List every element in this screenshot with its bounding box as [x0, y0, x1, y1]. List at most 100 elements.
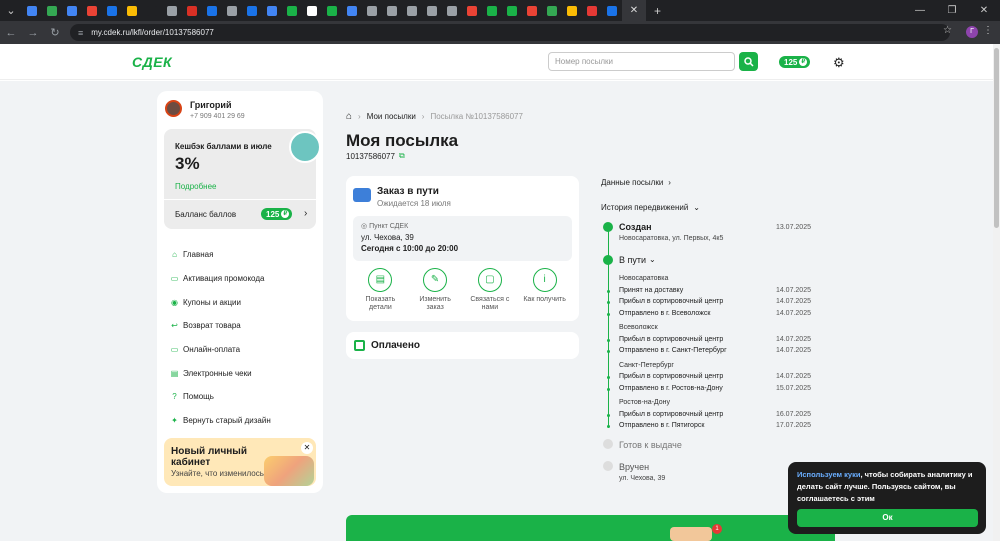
- home-icon[interactable]: ⌂: [346, 111, 352, 122]
- event-date: 14.07.2025: [775, 298, 811, 305]
- maximize-icon[interactable]: ❐: [936, 5, 968, 16]
- promo-icon: ▭: [170, 274, 179, 284]
- reload-icon[interactable]: ↻: [44, 26, 66, 39]
- action-button[interactable]: ▤ Показать детали: [355, 268, 405, 312]
- active-tab[interactable]: ✕: [622, 0, 646, 21]
- sidebar-item[interactable]: ✦ Вернуть старый дизайн: [170, 409, 271, 433]
- event-dot: [607, 387, 610, 391]
- browser-tab[interactable]: [267, 5, 277, 16]
- sidebar-item[interactable]: ? Помощь: [170, 385, 271, 409]
- tab-search-icon[interactable]: ⌄: [0, 4, 22, 17]
- action-button[interactable]: ✎ Изменить заказ: [410, 268, 460, 312]
- url-field[interactable]: ≡ my.cdek.ru/lkfl/order/10137586077: [70, 24, 950, 41]
- browser-tab[interactable]: [127, 5, 137, 16]
- breadcrumb-my-parcels[interactable]: Мои посылки: [367, 112, 416, 121]
- browser-tab[interactable]: [507, 5, 517, 16]
- browser-menu-icon[interactable]: ⋮: [983, 25, 993, 36]
- browser-tab[interactable]: [107, 5, 117, 16]
- action-label: Связаться с нами: [470, 296, 510, 311]
- browser-tab[interactable]: [327, 5, 337, 16]
- cashback-card[interactable]: Кешбэк баллами в июле 3% Подробнее Балла…: [164, 129, 321, 229]
- pickup-point-label: ◎ Пункт СДЕК: [361, 222, 408, 230]
- created-date: 13.07.2025: [775, 224, 811, 231]
- browser-tab[interactable]: [367, 5, 377, 16]
- points-badge[interactable]: 125 ₽: [779, 56, 811, 68]
- scrollbar[interactable]: [993, 44, 1000, 541]
- parcel-details-link[interactable]: Данные посылки ›: [601, 176, 811, 188]
- browser-tab[interactable]: [587, 5, 597, 16]
- event-dot: [607, 376, 610, 379]
- event-dot: [607, 413, 610, 417]
- promo-banner[interactable]: Новый личный кабинет Узнайте, что измени…: [164, 438, 316, 486]
- sidebar-item[interactable]: ◉ Купоны и акции: [170, 290, 271, 314]
- parcel-search-input[interactable]: [548, 52, 735, 71]
- close-icon[interactable]: ✕: [301, 442, 313, 454]
- browser-tab[interactable]: [27, 5, 37, 16]
- cookie-banner: Используем куки, чтобы собирать аналитик…: [788, 462, 986, 534]
- browser-tab[interactable]: [547, 5, 557, 16]
- delivered-address: ул. Чехова, 39: [619, 475, 666, 482]
- mascot-image: [289, 131, 321, 163]
- browser-tab[interactable]: [187, 5, 197, 16]
- cookie-link[interactable]: Используем куки: [797, 470, 860, 479]
- promo-bottom-banner[interactable]: [346, 515, 835, 541]
- browser-tab[interactable]: [607, 5, 617, 16]
- action-button[interactable]: i Как получить: [520, 268, 570, 312]
- site-info-icon[interactable]: ≡: [78, 28, 83, 38]
- browser-tab[interactable]: [167, 5, 177, 16]
- browser-tab[interactable]: [347, 5, 357, 16]
- in-transit-label[interactable]: В пути: [619, 255, 646, 265]
- browser-tab[interactable]: [407, 5, 417, 16]
- browser-tab[interactable]: [247, 5, 257, 16]
- avatar[interactable]: [165, 100, 182, 117]
- chevron-right-icon[interactable]: ›: [304, 208, 307, 219]
- bookmark-star-icon[interactable]: ☆: [943, 25, 952, 36]
- pickup-point-label-text: Пункт СДЕК: [369, 223, 409, 230]
- copy-icon[interactable]: ⧉: [399, 151, 405, 161]
- pickup-hours: Сегодня с 10:00 до 20:00: [361, 244, 459, 253]
- browser-tab[interactable]: [147, 5, 157, 16]
- browser-tab[interactable]: [227, 5, 237, 16]
- cookie-ok-button[interactable]: Ок: [797, 509, 978, 527]
- action-button[interactable]: ▢ Связаться с нами: [465, 268, 515, 312]
- sidebar-item[interactable]: ↩ Возврат товара: [170, 314, 271, 338]
- forward-icon[interactable]: →: [22, 27, 44, 39]
- browser-tab[interactable]: [527, 5, 537, 16]
- sidebar-item[interactable]: ▭ Активация промокода: [170, 267, 271, 291]
- sidebar-item[interactable]: ▭ Онлайн-оплата: [170, 338, 271, 362]
- back-icon[interactable]: ←: [0, 27, 22, 39]
- browser-tab[interactable]: [487, 5, 497, 16]
- minimize-icon[interactable]: —: [904, 5, 936, 16]
- event-dot: [607, 289, 610, 293]
- browser-tab[interactable]: [67, 5, 77, 16]
- browser-tab[interactable]: [387, 5, 397, 16]
- sidebar-item[interactable]: ⌂ Главная: [170, 243, 271, 267]
- status-title: Заказ в пути: [377, 186, 439, 197]
- divider: [164, 199, 316, 200]
- tab-close-icon[interactable]: ✕: [630, 5, 638, 16]
- browser-tab[interactable]: [567, 5, 577, 16]
- status-card: Заказ в пути Ожидается 18 июля ◎ Пункт С…: [346, 176, 579, 321]
- paid-label: Оплачено: [371, 340, 420, 351]
- cashback-more-link[interactable]: Подробнее: [175, 182, 217, 191]
- breadcrumb: ⌂ › Мои посылки › Посылка №10137586077: [346, 111, 523, 122]
- sidebar: Григорий +7 909 401 29 69 Кешбэк баллами…: [157, 91, 323, 493]
- sidebar-item[interactable]: ▤ Электронные чеки: [170, 361, 271, 385]
- browser-tab[interactable]: [47, 5, 57, 16]
- close-window-icon[interactable]: ✕: [968, 5, 1000, 16]
- cdek-logo[interactable]: СДЕК: [132, 54, 172, 70]
- browser-tab[interactable]: [447, 5, 457, 16]
- browser-tab[interactable]: [87, 5, 97, 16]
- scrollbar-thumb[interactable]: [994, 48, 999, 228]
- browser-tab[interactable]: [207, 5, 217, 16]
- browser-tab[interactable]: [287, 5, 297, 16]
- profile-avatar[interactable]: Г: [966, 26, 978, 38]
- gear-icon[interactable]: ⚙: [833, 55, 845, 71]
- browser-tab[interactable]: [427, 5, 437, 16]
- search-button[interactable]: [739, 52, 758, 71]
- history-toggle[interactable]: История передвижений ⌄: [601, 201, 811, 213]
- browser-tab[interactable]: [307, 5, 317, 16]
- browser-tab[interactable]: [467, 5, 477, 16]
- new-tab-icon[interactable]: +: [654, 4, 661, 18]
- ready-label: Готов к выдаче: [619, 440, 682, 450]
